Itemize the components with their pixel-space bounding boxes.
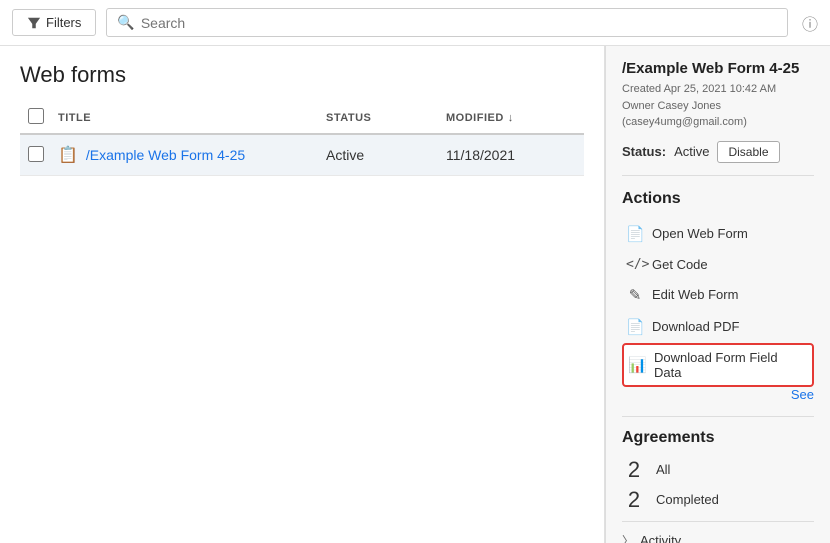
form-title-cell: 📋 /Example Web Form 4-25 bbox=[58, 145, 326, 165]
action-download-pdf-label: Download PDF bbox=[652, 319, 739, 334]
modified-cell: 11/18/2021 bbox=[446, 147, 576, 163]
col-modified: MODIFIED ↓ bbox=[446, 112, 576, 124]
row-checkbox[interactable] bbox=[28, 146, 44, 162]
form-doc-icon: 📋 bbox=[58, 145, 78, 165]
agreement-all-count: 2 bbox=[622, 457, 646, 483]
activity-label: Activity bbox=[640, 533, 681, 543]
search-input[interactable] bbox=[141, 15, 777, 31]
col-status: STATUS bbox=[326, 112, 446, 124]
agreement-all-row: 2 All bbox=[622, 457, 814, 483]
agreements-title: Agreements bbox=[622, 429, 814, 447]
actions-title: Actions bbox=[622, 190, 814, 208]
right-panel: /Example Web Form 4-25 Created Apr 25, 2… bbox=[605, 46, 830, 543]
status-label: Status: bbox=[622, 144, 666, 159]
download-form-field-icon: 📊 bbox=[628, 356, 646, 374]
col-title: TITLE bbox=[58, 112, 326, 124]
left-panel: Web forms TITLE STATUS MODIFIED ↓ 📋 /Exa… bbox=[0, 46, 605, 543]
main-layout: Web forms TITLE STATUS MODIFIED ↓ 📋 /Exa… bbox=[0, 46, 830, 543]
filter-icon bbox=[27, 16, 41, 30]
disable-button[interactable]: Disable bbox=[717, 141, 779, 163]
filters-button[interactable]: Filters bbox=[12, 9, 96, 36]
get-code-icon: </> bbox=[626, 257, 644, 272]
agreement-completed-row: 2 Completed bbox=[622, 487, 814, 513]
form-title[interactable]: /Example Web Form 4-25 bbox=[86, 147, 245, 163]
page-title: Web forms bbox=[20, 62, 584, 88]
action-open-web-form[interactable]: 📄 Open Web Form bbox=[622, 218, 814, 250]
action-edit-web-form[interactable]: ✎ Edit Web Form bbox=[622, 279, 814, 311]
table-header: TITLE STATUS MODIFIED ↓ bbox=[20, 102, 584, 135]
search-icon: 🔍 bbox=[117, 14, 134, 31]
created-date: Created Apr 25, 2021 10:42 AM bbox=[622, 81, 814, 98]
action-get-code-label: Get Code bbox=[652, 257, 708, 272]
select-all-checkbox[interactable] bbox=[28, 108, 44, 124]
search-box: 🔍 bbox=[106, 8, 788, 37]
toolbar: Filters 🔍 ⓘ bbox=[0, 0, 830, 46]
chevron-right-icon: 〉 bbox=[622, 532, 634, 543]
action-get-code[interactable]: </> Get Code bbox=[622, 250, 814, 279]
activity-row[interactable]: 〉 Activity bbox=[622, 521, 814, 543]
status-value: Active bbox=[674, 144, 709, 159]
download-pdf-icon: 📄 bbox=[626, 318, 644, 336]
agreements-section: Agreements 2 All 2 Completed 〉 Activity bbox=[622, 416, 814, 543]
header-checkbox-cell bbox=[28, 108, 58, 127]
info-icon[interactable]: ⓘ bbox=[802, 11, 818, 35]
table-row[interactable]: 📋 /Example Web Form 4-25 Active 11/18/20… bbox=[20, 135, 584, 176]
sort-arrow-icon: ↓ bbox=[508, 112, 514, 124]
action-download-form-field-data[interactable]: 📊 Download Form Field Data bbox=[622, 343, 814, 387]
status-cell: Active bbox=[326, 147, 446, 163]
edit-web-form-icon: ✎ bbox=[626, 286, 644, 304]
filters-label: Filters bbox=[46, 15, 81, 30]
see-more-link[interactable]: See bbox=[622, 387, 814, 402]
status-row: Status: Active Disable bbox=[622, 141, 814, 176]
agreement-completed-count: 2 bbox=[622, 487, 646, 513]
panel-form-title: /Example Web Form 4-25 bbox=[622, 60, 814, 77]
owner-info: Owner Casey Jones (casey4umg@gmail.com) bbox=[622, 98, 814, 131]
action-open-label: Open Web Form bbox=[652, 226, 748, 241]
action-edit-label: Edit Web Form bbox=[652, 287, 738, 302]
row-checkbox-cell bbox=[28, 146, 58, 165]
panel-meta: Created Apr 25, 2021 10:42 AM Owner Case… bbox=[622, 81, 814, 131]
agreement-completed-label: Completed bbox=[656, 492, 719, 507]
agreement-all-label: All bbox=[656, 462, 670, 477]
open-web-form-icon: 📄 bbox=[626, 225, 644, 243]
action-download-field-label: Download Form Field Data bbox=[654, 350, 808, 380]
action-download-pdf[interactable]: 📄 Download PDF bbox=[622, 311, 814, 343]
